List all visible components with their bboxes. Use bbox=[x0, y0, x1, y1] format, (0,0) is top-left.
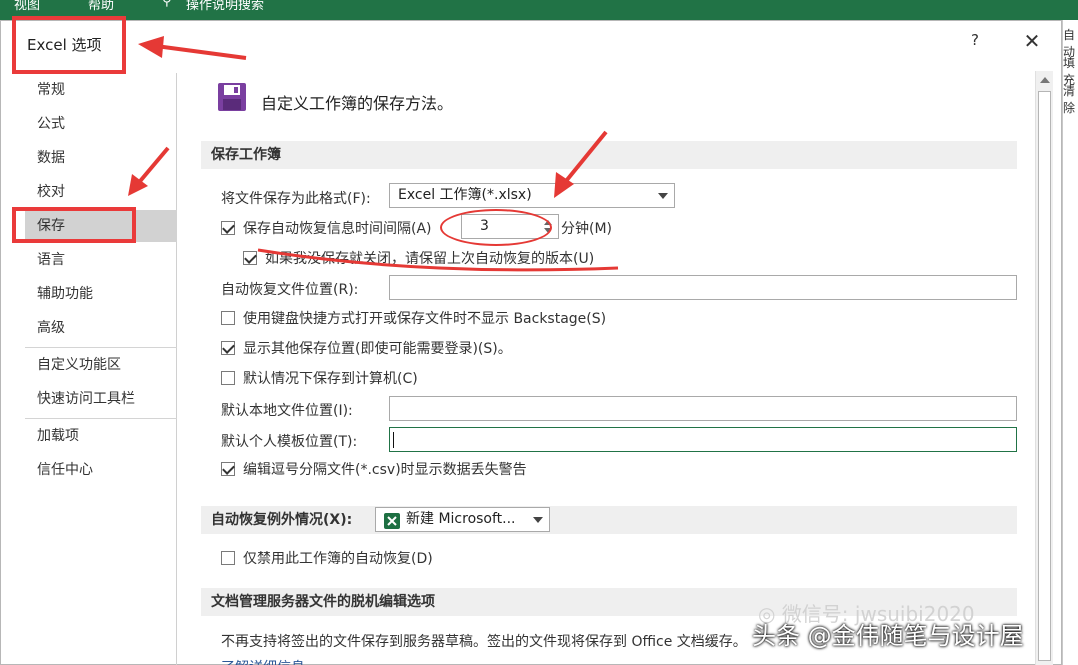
ribbon-tab-view[interactable]: 视图 bbox=[14, 0, 40, 13]
learn-more-link[interactable]: 了解详细信息 bbox=[221, 657, 305, 665]
excel-ribbon-right-edge: 自动 填充 清除 bbox=[1062, 20, 1078, 665]
nav-item-quick-access-toolbar[interactable]: 快速访问工具栏 bbox=[25, 383, 177, 415]
autorecover-location-input[interactable] bbox=[389, 275, 1017, 300]
nav-item-proofing[interactable]: 校对 bbox=[25, 176, 177, 208]
scroll-up-icon[interactable] bbox=[1040, 77, 1050, 83]
csv-warning-checkbox[interactable] bbox=[221, 462, 235, 476]
save-to-computer-label: 默认情况下保存到计算机(C) bbox=[243, 371, 418, 387]
autorecover-workbook-value: 新建 Microsoft... bbox=[406, 511, 516, 527]
keep-last-version-checkbox[interactable] bbox=[243, 251, 257, 265]
options-nav: 常规 公式 数据 校对 保存 语言 辅助功能 高级 自定义功能区 快速访问工具栏… bbox=[25, 73, 177, 665]
show-other-locations-label: 显示其他保存位置(即使可能需要登录)(S)。 bbox=[243, 341, 512, 357]
annotation-box-save bbox=[12, 207, 136, 243]
autorecover-exceptions-title: 自动恢复例外情况(X): bbox=[211, 512, 353, 528]
excel-ribbon-strip: 视图 帮助 ⚲ 操作说明搜索 bbox=[0, 0, 1078, 20]
autorecover-workbook-dropdown[interactable]: 新建 Microsoft... bbox=[375, 507, 550, 532]
nav-divider bbox=[25, 418, 177, 419]
show-other-locations-checkbox[interactable] bbox=[221, 341, 235, 355]
pane-scrollbar[interactable] bbox=[1035, 71, 1053, 665]
nav-item-trust-center[interactable]: 信任中心 bbox=[25, 454, 177, 486]
section-autorecover-exceptions: 自动恢复例外情况(X): bbox=[201, 506, 1017, 534]
nav-item-accessibility[interactable]: 辅助功能 bbox=[25, 278, 177, 310]
save-to-computer-checkbox[interactable] bbox=[221, 371, 235, 385]
keep-last-version-label: 如果我没保存就关闭，请保留上次自动恢复的版本(U) bbox=[265, 251, 595, 267]
toutiao-watermark: 头条 @金伟随笔与设计屋 bbox=[752, 622, 1024, 650]
autorecover-checkbox[interactable] bbox=[221, 221, 235, 235]
ribbon-tab-help[interactable]: 帮助 bbox=[88, 0, 114, 13]
default-local-location-label: 默认本地文件位置(I): bbox=[221, 403, 353, 419]
no-backstage-checkbox[interactable] bbox=[221, 311, 235, 325]
nav-item-data[interactable]: 数据 bbox=[25, 142, 177, 174]
close-icon: ✕ bbox=[1023, 29, 1041, 53]
offline-editing-notice: 不再支持将签出的文件保存到服务器草稿。签出的文件现将保存到 Office 文档缓… bbox=[221, 634, 747, 650]
nav-divider bbox=[25, 347, 177, 348]
chevron-down-icon bbox=[658, 193, 668, 199]
nav-item-advanced[interactable]: 高级 bbox=[25, 312, 177, 344]
disable-autorecover-checkbox[interactable] bbox=[221, 551, 235, 565]
nav-item-formulas[interactable]: 公式 bbox=[25, 108, 177, 140]
save-format-dropdown[interactable]: Excel 工作簿(*.xlsx) bbox=[389, 183, 675, 208]
pane-heading: 自定义工作簿的保存方法。 bbox=[261, 94, 454, 113]
save-format-value: Excel 工作簿(*.xlsx) bbox=[398, 187, 532, 203]
scroll-thumb[interactable] bbox=[1038, 91, 1051, 661]
nav-item-add-ins[interactable]: 加载项 bbox=[25, 420, 177, 452]
nav-item-customize-ribbon[interactable]: 自定义功能区 bbox=[25, 349, 177, 381]
ribbon-fragment-clear[interactable]: 清除 bbox=[1063, 82, 1078, 116]
save-format-label: 将文件保存为此格式(F): bbox=[221, 191, 371, 207]
text-caret bbox=[393, 432, 394, 448]
floppy-disk-icon bbox=[218, 83, 246, 111]
default-template-location-input[interactable] bbox=[389, 427, 1017, 452]
default-template-location-label: 默认个人模板位置(T): bbox=[221, 434, 358, 450]
nav-item-general[interactable]: 常规 bbox=[25, 74, 177, 106]
annotation-box-title bbox=[12, 16, 126, 74]
section-save-workbooks: 保存工作簿 bbox=[201, 141, 1017, 169]
save-options-pane: 自定义工作簿的保存方法。 保存工作簿 将文件保存为此格式(F): Excel 工… bbox=[187, 71, 1035, 665]
autorecover-label: 保存自动恢复信息时间间隔(A) bbox=[243, 221, 432, 237]
minutes-label: 分钟(M) bbox=[561, 221, 613, 237]
excel-options-dialog: Excel 选项 ? ✕ 常规 公式 数据 校对 保存 语言 辅助功能 高级 自… bbox=[0, 20, 1062, 665]
excel-file-icon bbox=[384, 513, 400, 529]
nav-item-language[interactable]: 语言 bbox=[25, 244, 177, 276]
chevron-down-icon bbox=[533, 517, 543, 523]
search-icon: ⚲ bbox=[162, 0, 172, 9]
close-button[interactable]: ✕ bbox=[1019, 29, 1045, 53]
autorecover-location-label: 自动恢复文件位置(R): bbox=[221, 282, 359, 298]
help-button[interactable]: ? bbox=[965, 31, 985, 51]
no-backstage-label: 使用键盘快捷方式打开或保存文件时不显示 Backstage(S) bbox=[243, 311, 607, 327]
annotation-ellipse-minutes bbox=[440, 209, 552, 246]
disable-autorecover-label: 仅禁用此工作簿的自动恢复(D) bbox=[243, 551, 433, 567]
tell-me-search[interactable]: 操作说明搜索 bbox=[186, 0, 264, 13]
default-local-location-input[interactable] bbox=[389, 396, 1017, 421]
csv-warning-label: 编辑逗号分隔文件(*.csv)时显示数据丢失警告 bbox=[243, 462, 527, 478]
